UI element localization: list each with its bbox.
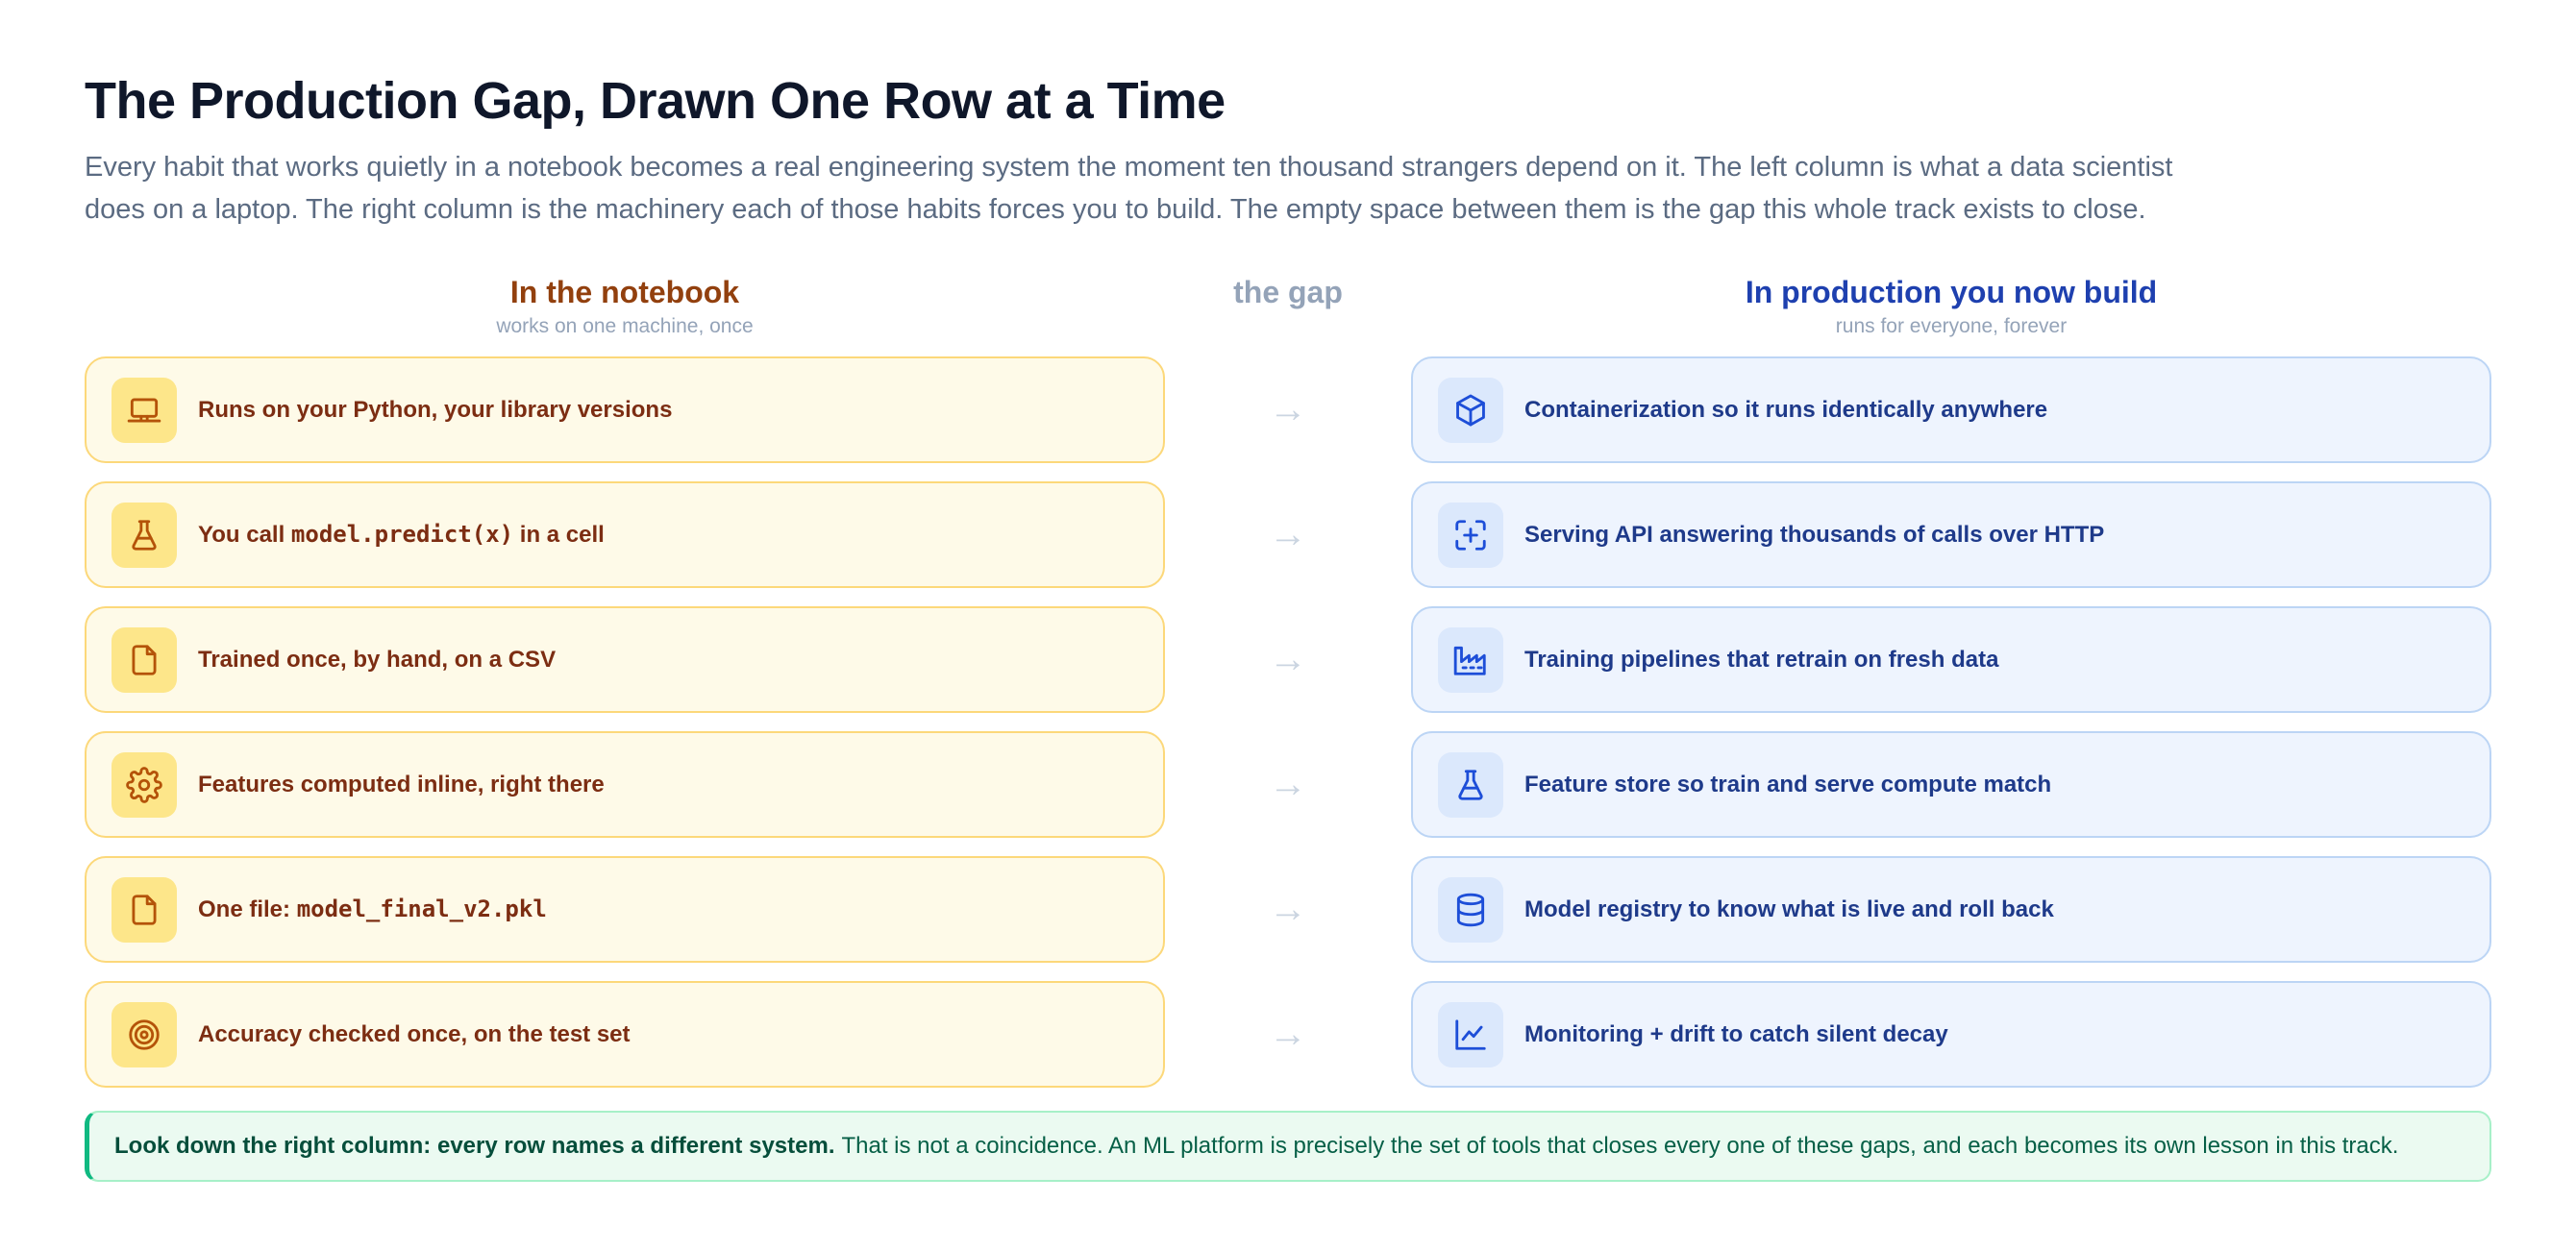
left-card-label: Runs on your Python, your library versio… [198,396,673,423]
left-card: Accuracy checked once, on the test set [85,981,1165,1088]
arrow-icon: → [1269,888,1307,930]
left-card-label: Trained once, by hand, on a CSV [198,646,557,673]
page-subtitle: Every habit that works quietly in a note… [85,152,2173,225]
left-column-header: In the notebook works on one machine, on… [85,273,1165,340]
comparison-row: Runs on your Python, your library versio… [85,356,2491,463]
comparison-rows: Runs on your Python, your library versio… [85,356,2491,1106]
left-card-label: Features computed inline, right there [198,771,605,797]
left-card: Trained once, by hand, on a CSV [85,606,1165,713]
right-card: Serving API answering thousands of calls… [1411,481,2491,588]
right-card-label: Monitoring + drift to catch silent decay [1524,1020,1948,1047]
right-column-title: In production you now build [1745,275,2158,309]
gap-column-header: the gap [1165,273,1411,311]
arrow-icon: → [1269,388,1307,430]
right-card: Containerization so it runs identically … [1411,356,2491,463]
comparison-row: Trained once, by hand, on a CSV → Training… [85,606,2491,713]
laptop-icon [111,377,177,443]
file-icon [111,626,177,693]
database-icon [1438,876,1503,943]
arrow-icon: → [1269,1013,1307,1055]
comparison-row: Features computed inline, right there → Fe… [85,731,2491,838]
factory-icon [1438,626,1503,693]
box-icon [1438,377,1503,443]
left-card: Runs on your Python, your library versio… [85,356,1165,463]
label-text: in a cell [513,522,605,548]
line-chart-icon [1438,1001,1503,1067]
arrow-icon: → [1269,763,1307,805]
label-text: You call [198,522,291,548]
page: The Production Gap, Drawn One Row at a T… [0,0,2576,1251]
scan-plus-icon [1438,502,1503,568]
callout-box: Look down the right column: every row na… [85,1111,2491,1182]
right-card: Model registry to know what is live and … [1411,856,2491,963]
target-icon [111,1001,177,1067]
gear-icon [111,751,177,818]
right-card: Feature store so train and serve compute… [1411,731,2491,838]
label-text: One file: [198,896,297,922]
callout-text: That is not a coincidence. An ML platfor… [841,1133,2399,1159]
right-card: Training pipelines that retrain on fresh… [1411,606,2491,713]
code-snippet: model.predict(x) [290,521,514,548]
left-card-label: Accuracy checked once, on the test set [198,1020,631,1047]
left-card-label: You call model.predict(x) in a cell [198,521,605,549]
file-icon [111,876,177,943]
right-card-label: Model registry to know what is live and … [1524,895,2054,922]
right-card-label: Containerization so it runs identically … [1524,396,2048,423]
right-column-subtitle: runs for everyone, forever [1835,315,2068,337]
comparison-row: One file: model_final_v2.pkl → Model regis… [85,856,2491,963]
right-card-label: Feature store so train and serve compute… [1524,771,2052,797]
left-card: One file: model_final_v2.pkl [85,856,1165,963]
comparison-row: Accuracy checked once, on the test set → M… [85,981,2491,1088]
left-card: Features computed inline, right there [85,731,1165,838]
flask-icon [1438,751,1503,818]
left-column-title: In the notebook [509,275,740,309]
arrow-icon: → [1269,513,1307,555]
right-column-header: In production you now build runs for eve… [1411,273,2491,340]
right-card: Monitoring + drift to catch silent decay [1411,981,2491,1088]
callout-bold-text: Look down the right column: every row na… [114,1133,835,1159]
left-column-subtitle: works on one machine, once [496,315,754,337]
flask-icon [111,502,177,568]
comparison-row: You call model.predict(x) in a cell → Serv… [85,481,2491,588]
left-card-label: One file: model_final_v2.pkl [198,895,547,923]
gap-column-title: the gap [1233,275,1343,309]
code-snippet: model_final_v2.pkl [296,895,547,922]
page-title: The Production Gap, Drawn One Row at a T… [85,72,1226,130]
right-card-label: Training pipelines that retrain on fresh… [1524,646,1999,673]
right-card-label: Serving API answering thousands of calls… [1524,521,2105,548]
left-card: You call model.predict(x) in a cell [85,481,1165,588]
arrow-icon: → [1269,638,1307,680]
